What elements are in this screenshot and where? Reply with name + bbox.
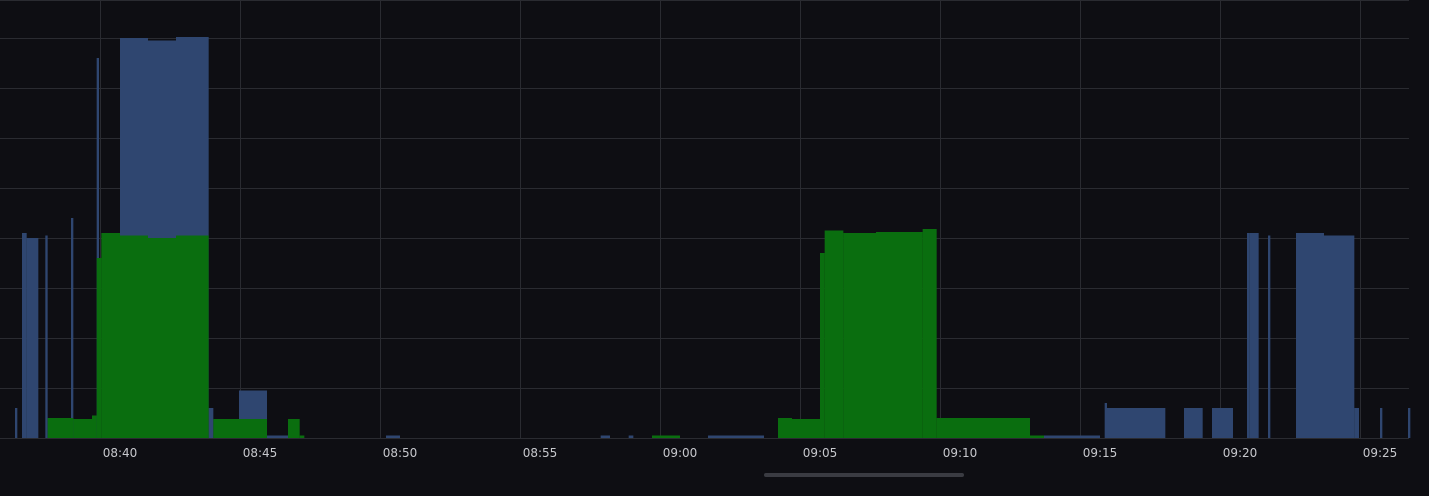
x-tick-label: 09:05 <box>803 446 838 460</box>
bar-series-0-segment <box>386 435 400 438</box>
x-axis-layer: 08:40 08:45 08:50 08:55 09:00 09:05 09:10 09:15… <box>103 446 1398 460</box>
bar-series-1-segment <box>176 235 209 438</box>
bar-series-0-segment <box>208 408 214 438</box>
bar-series-1-segment <box>876 232 923 438</box>
bar-series-1-segment <box>288 419 300 438</box>
bar-series-1-segment <box>652 435 680 438</box>
grid-layer <box>0 0 1409 439</box>
bar-series-1-segment <box>148 238 176 438</box>
bar-series-0-segment <box>1104 403 1107 438</box>
bar-series-0-segment <box>45 235 48 438</box>
bar-series-0-segment <box>15 408 18 438</box>
bar-series-1-segment <box>101 233 120 438</box>
bar-series-1-segment <box>1030 435 1044 438</box>
bar-series-0-segment <box>1249 233 1259 438</box>
bar-series-0-segment <box>22 233 27 438</box>
x-tick-label: 08:40 <box>103 446 138 460</box>
chart-svg: 08:40 08:45 08:50 08:55 09:00 09:05 09:10 09:15… <box>0 0 1411 460</box>
chart-area: 08:40 08:45 08:50 08:55 09:00 09:05 09:10 09:15… <box>0 0 1429 492</box>
bar-series-0-segment <box>1107 408 1166 438</box>
bar-series-0-segment <box>628 435 634 438</box>
bar-series-1-segment <box>922 229 937 438</box>
x-tick-label: 09:10 <box>943 446 978 460</box>
bar-series-1-segment <box>213 419 267 438</box>
bar-series-0-segment <box>600 435 610 438</box>
bar-series-0-segment <box>26 238 39 438</box>
bar-series-0-segment <box>1296 233 1324 438</box>
bar-series-0-segment <box>71 218 74 438</box>
bar-series-1-segment <box>299 435 305 438</box>
bar-series-1-segment <box>47 418 74 438</box>
horizontal-scrollbar[interactable] <box>764 473 964 477</box>
x-tick-label: 09:25 <box>1363 446 1398 460</box>
x-tick-label: 09:15 <box>1083 446 1118 460</box>
bar-series-0-segment <box>1354 408 1359 438</box>
bar-series-1-segment <box>936 418 946 438</box>
bar-series-1-segment <box>96 258 102 438</box>
bar-series-0-segment <box>267 435 288 438</box>
bar-series-1-segment <box>120 235 148 438</box>
bar-series-0-segment <box>1212 408 1233 438</box>
bar-series-0-segment <box>1247 233 1250 438</box>
bars-layer <box>15 37 1411 438</box>
bar-series-0-segment <box>1268 235 1271 438</box>
bar-series-1-segment <box>820 253 825 438</box>
x-tick-label: 09:20 <box>1223 446 1258 460</box>
bar-series-0-segment <box>1408 408 1411 438</box>
bar-series-1-segment <box>946 418 1030 438</box>
bar-series-0-segment <box>1184 408 1203 438</box>
bar-series-1-segment <box>92 415 97 438</box>
bar-series-0-segment <box>1324 235 1355 438</box>
x-tick-label: 08:50 <box>383 446 418 460</box>
bar-series-1-segment <box>824 230 844 438</box>
bar-series-0-segment <box>1380 408 1383 438</box>
x-tick-label: 08:55 <box>523 446 558 460</box>
bar-series-1-segment <box>792 419 820 438</box>
bar-series-0-segment <box>708 435 764 438</box>
x-tick-label: 08:45 <box>243 446 278 460</box>
bar-series-1-segment <box>778 418 792 438</box>
bar-series-1-segment <box>843 233 876 438</box>
bar-series-1-segment <box>73 419 92 438</box>
x-tick-label: 09:00 <box>663 446 698 460</box>
